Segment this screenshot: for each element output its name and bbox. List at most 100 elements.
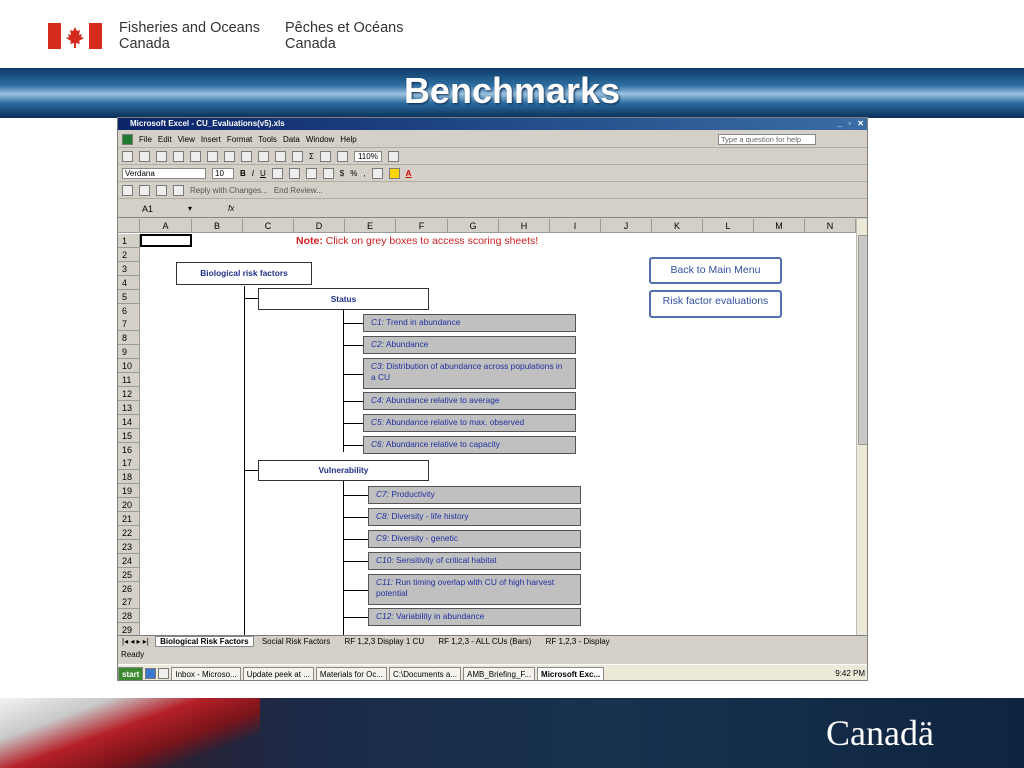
review-icon-4[interactable] [173, 184, 184, 196]
spelling-icon[interactable] [207, 150, 218, 162]
column-header-a[interactable]: A [140, 219, 192, 233]
align-right-icon[interactable] [305, 167, 317, 179]
criterion-c6-box[interactable]: C6: Abundance relative to capacity [363, 436, 576, 454]
row-header-13[interactable]: 13 [118, 400, 140, 415]
preview-icon[interactable] [190, 150, 201, 162]
criterion-c3-box[interactable]: C3: Distribution of abundance across pop… [363, 358, 576, 389]
column-header-m[interactable]: M [754, 219, 805, 233]
row-header-4[interactable]: 4 [118, 275, 140, 290]
task-documents[interactable]: C:\Documents a... [388, 666, 462, 680]
scroll-thumb[interactable] [858, 235, 867, 445]
row-header-11[interactable]: 11 [118, 373, 140, 387]
row-header-14[interactable]: 14 [118, 414, 140, 429]
review-icon-3[interactable] [156, 184, 167, 196]
column-header-b[interactable]: B [192, 219, 243, 233]
criterion-c10-box[interactable]: C10: Sensitivity of critical habitat [368, 552, 581, 570]
sort-icon[interactable] [319, 150, 331, 162]
select-all-corner[interactable] [118, 219, 140, 233]
task-excel[interactable]: Microsoft Exc... [537, 666, 605, 680]
reply-with-changes[interactable]: Reply with Changes... [190, 186, 268, 195]
comma-button[interactable]: , [363, 169, 365, 178]
name-box[interactable]: A1 [142, 204, 153, 214]
align-center-icon[interactable] [288, 167, 300, 179]
review-icon-2[interactable] [139, 184, 150, 196]
merge-icon[interactable] [322, 167, 334, 179]
row-header-5[interactable]: 5 [118, 289, 140, 304]
risk-factor-evaluations-button[interactable]: Risk factor evaluations [649, 290, 782, 318]
zoom-select[interactable]: 110% [353, 150, 382, 162]
column-header-l[interactable]: L [703, 219, 754, 233]
column-header-n[interactable]: N [805, 219, 856, 233]
menu-help[interactable]: Help [340, 135, 356, 144]
vertical-scrollbar[interactable] [856, 219, 867, 637]
italic-button[interactable]: I [252, 169, 254, 178]
menu-window[interactable]: Window [306, 135, 334, 144]
bio-risk-box[interactable]: Biological risk factors [176, 262, 312, 285]
paste-icon[interactable] [258, 150, 269, 162]
column-header-d[interactable]: D [294, 219, 345, 233]
criterion-c8-box[interactable]: C8: Diversity - life history [368, 508, 581, 526]
underline-button[interactable]: U [260, 169, 266, 178]
menu-edit[interactable]: Edit [158, 135, 172, 144]
row-header-2[interactable]: 2 [118, 247, 140, 262]
menu-file[interactable]: File [139, 135, 152, 144]
bold-button[interactable]: B [240, 169, 246, 178]
back-to-main-menu-button[interactable]: Back to Main Menu [649, 257, 782, 284]
percent-button[interactable]: % [350, 169, 357, 178]
new-icon[interactable] [122, 150, 133, 162]
row-header-23[interactable]: 23 [118, 539, 140, 554]
row-header-20[interactable]: 20 [118, 498, 140, 513]
autosum-icon[interactable]: Σ [309, 152, 314, 161]
excel-app-icon[interactable] [122, 133, 133, 145]
column-header-c[interactable]: C [243, 219, 294, 233]
borders-icon[interactable] [371, 167, 383, 179]
font-color-icon[interactable]: A [406, 169, 412, 178]
help-icon[interactable] [387, 150, 399, 162]
open-icon[interactable] [139, 150, 150, 162]
redo-icon[interactable] [292, 150, 303, 162]
tab-social-risk-factors[interactable]: Social Risk Factors [256, 637, 336, 646]
help-question-input[interactable]: Type a question for help [718, 134, 816, 145]
copy-icon[interactable] [241, 150, 252, 162]
row-header-28[interactable]: 28 [118, 609, 140, 624]
criterion-c11-box[interactable]: C11: Run timing overlap with CU of high … [368, 574, 581, 605]
row-header-9[interactable]: 9 [118, 345, 140, 360]
align-left-icon[interactable] [271, 167, 283, 179]
column-header-k[interactable]: K [652, 219, 703, 233]
column-header-e[interactable]: E [345, 219, 396, 233]
chart-icon[interactable] [336, 150, 348, 162]
status-box[interactable]: Status [258, 288, 429, 310]
function-icon[interactable]: fx [228, 204, 234, 213]
menu-view[interactable]: View [178, 135, 195, 144]
task-amb-briefing[interactable]: AMB_Briefing_F... [463, 666, 536, 680]
row-header-17[interactable]: 17 [118, 456, 140, 471]
cut-icon[interactable] [224, 150, 235, 162]
row-header-16[interactable]: 16 [118, 442, 140, 457]
row-header-27[interactable]: 27 [118, 595, 140, 610]
row-header-25[interactable]: 25 [118, 567, 140, 582]
row-header-6[interactable]: 6 [118, 303, 140, 318]
criterion-c1-box[interactable]: C1: Trend in abundance [363, 314, 576, 332]
name-box-dropdown[interactable]: ▾ [188, 204, 192, 213]
font-size-select[interactable]: 10 [212, 167, 234, 179]
menu-tools[interactable]: Tools [258, 135, 277, 144]
row-header-24[interactable]: 24 [118, 553, 140, 568]
column-header-i[interactable]: I [550, 219, 601, 233]
tab-biological-risk-factors[interactable]: Biological Risk Factors [155, 636, 254, 647]
row-header-8[interactable]: 8 [118, 331, 140, 346]
menu-insert[interactable]: Insert [201, 135, 221, 144]
vulnerability-box[interactable]: Vulnerability [258, 460, 429, 481]
font-name-select[interactable]: Verdana [122, 167, 206, 179]
criterion-c7-box[interactable]: C7: Productivity [368, 486, 581, 504]
row-header-7[interactable]: 7 [118, 317, 140, 332]
quicklaunch-icon[interactable] [158, 668, 170, 679]
start-button[interactable]: start [118, 666, 144, 680]
column-header-f[interactable]: F [396, 219, 448, 233]
criterion-c4-box[interactable]: C4: Abundance relative to average [363, 392, 576, 410]
column-header-j[interactable]: J [601, 219, 652, 233]
currency-button[interactable]: $ [340, 169, 344, 178]
row-header-15[interactable]: 15 [118, 428, 140, 443]
task-inbox[interactable]: Inbox - Microso... [171, 666, 241, 680]
fill-color-icon[interactable] [388, 167, 400, 179]
menu-data[interactable]: Data [283, 135, 300, 144]
